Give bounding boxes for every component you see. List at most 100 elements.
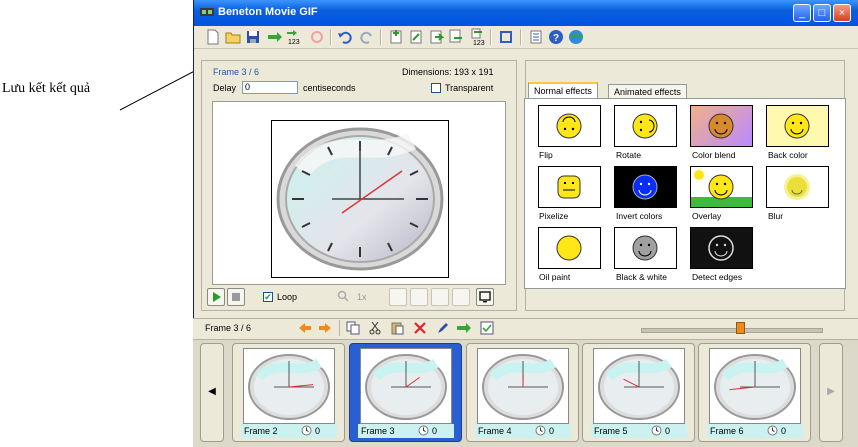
clock-icon bbox=[767, 425, 778, 436]
effect-overlay-label: Overlay bbox=[692, 211, 721, 221]
save-icon[interactable] bbox=[244, 28, 262, 46]
effect-back-color-label: Back color bbox=[768, 150, 808, 160]
smiley-invert-icon bbox=[615, 167, 676, 207]
zoom-icon[interactable] bbox=[337, 290, 349, 302]
stop-button[interactable] bbox=[227, 288, 245, 306]
undo-icon[interactable] bbox=[337, 28, 355, 46]
smiley-bw-icon bbox=[615, 228, 676, 268]
loop-checkbox[interactable]: ✔ bbox=[263, 292, 273, 302]
delete-icon[interactable] bbox=[413, 321, 427, 335]
help-icon[interactable]: ? bbox=[547, 28, 565, 46]
thumb-size-slider-track[interactable] bbox=[641, 328, 823, 333]
stop-icon bbox=[228, 289, 244, 305]
effect-oil-paint-button[interactable] bbox=[538, 227, 601, 269]
frame-thumbnail-label: Frame 30 bbox=[358, 424, 454, 438]
effect-rotate-button[interactable] bbox=[614, 105, 677, 147]
effect-rotate-label: Rotate bbox=[616, 150, 641, 160]
smiley-edges-icon bbox=[691, 228, 752, 268]
import-icon[interactable] bbox=[427, 28, 445, 46]
close-button[interactable]: × bbox=[833, 4, 851, 22]
effect-oil-paint-label: Oil paint bbox=[539, 272, 570, 282]
frame-name: Frame 6 bbox=[710, 426, 744, 436]
copy-icon[interactable] bbox=[346, 321, 360, 335]
frame-thumbnail-label: Frame 60 bbox=[707, 424, 803, 438]
effect-color-blend-label: Color blend bbox=[692, 150, 735, 160]
strip-next-button[interactable]: ▶ bbox=[819, 343, 843, 442]
effect-blur-button[interactable] bbox=[766, 166, 829, 208]
select-frame-icon[interactable] bbox=[480, 321, 494, 335]
frame-delay: 0 bbox=[665, 426, 670, 436]
monitor-icon bbox=[477, 289, 493, 305]
zoom-out-button[interactable] bbox=[410, 288, 428, 306]
redo-icon[interactable] bbox=[357, 28, 375, 46]
web-icon[interactable] bbox=[567, 28, 585, 46]
svg-text:?: ? bbox=[553, 33, 559, 44]
effect-back-color-button[interactable] bbox=[766, 105, 829, 147]
paste-icon[interactable] bbox=[390, 321, 404, 335]
effect-black-white-button[interactable] bbox=[614, 227, 677, 269]
framebar-info: Frame 3 / 6 bbox=[205, 323, 251, 333]
frame-thumbnail[interactable]: Frame 20 bbox=[232, 343, 345, 442]
frame-name: Frame 4 bbox=[478, 426, 512, 436]
maximize-button[interactable]: □ bbox=[813, 4, 831, 22]
next-frame-icon[interactable] bbox=[317, 321, 333, 335]
frame-thumbnail-label: Frame 50 bbox=[591, 424, 687, 438]
frame-thumbnail[interactable]: Frame 60 bbox=[698, 343, 811, 442]
clock-image bbox=[272, 121, 448, 277]
effect-detect-edges-label: Detect edges bbox=[692, 272, 742, 282]
clock-icon bbox=[301, 425, 312, 436]
effect-overlay-button[interactable] bbox=[690, 166, 753, 208]
open-folder-icon[interactable] bbox=[224, 28, 242, 46]
export-frame-icon[interactable] bbox=[456, 321, 472, 335]
insert-frame-icon[interactable] bbox=[387, 28, 405, 46]
smiley-blend-icon bbox=[691, 106, 752, 146]
effect-invert-colors-label: Invert colors bbox=[616, 211, 662, 221]
fullscreen-button[interactable] bbox=[476, 288, 494, 306]
effect-color-blend-button[interactable] bbox=[690, 105, 753, 147]
zoom-level: 1x bbox=[357, 292, 367, 302]
svg-text:123: 123 bbox=[473, 40, 485, 46]
thumb-size-slider-handle[interactable] bbox=[736, 322, 745, 334]
fit-button[interactable] bbox=[431, 288, 449, 306]
prev-frame-icon[interactable] bbox=[297, 321, 313, 335]
delay-label: Delay bbox=[213, 83, 236, 93]
export-icon[interactable] bbox=[266, 28, 284, 46]
film-icon bbox=[200, 6, 214, 18]
frame-delay: 0 bbox=[432, 426, 437, 436]
import-numbered-icon[interactable]: 123 bbox=[467, 28, 485, 46]
frame-thumbnail[interactable]: Frame 50 bbox=[582, 343, 695, 442]
frame-thumbnail-image bbox=[360, 348, 452, 424]
edit-frame-icon[interactable] bbox=[407, 28, 425, 46]
loop-disabled-icon[interactable] bbox=[308, 28, 326, 46]
play-button[interactable] bbox=[207, 288, 225, 306]
properties-icon[interactable] bbox=[527, 28, 545, 46]
tab-animated-effects[interactable]: Animated effects bbox=[608, 84, 687, 99]
edit-pencil-icon[interactable] bbox=[436, 321, 450, 335]
strip-prev-button[interactable]: ◀ bbox=[200, 343, 224, 442]
transparent-checkbox[interactable] bbox=[431, 83, 441, 93]
resize-icon[interactable] bbox=[497, 28, 515, 46]
frame-thumbnail[interactable]: Frame 40 bbox=[466, 343, 579, 442]
effects-grid: Flip Rotate Color blend Back color Pixel… bbox=[524, 98, 846, 289]
frame-info: Frame 3 / 6 bbox=[213, 67, 259, 77]
minimize-button[interactable]: _ bbox=[793, 4, 811, 22]
tab-normal-effects[interactable]: Normal effects bbox=[528, 82, 598, 99]
delay-input[interactable]: 0 bbox=[242, 81, 298, 94]
effect-pixelize-button[interactable] bbox=[538, 166, 601, 208]
smiley-rotate-icon bbox=[615, 106, 676, 146]
zoom-in-button[interactable] bbox=[389, 288, 407, 306]
cut-icon[interactable] bbox=[368, 321, 382, 335]
import-multi-icon[interactable] bbox=[447, 28, 465, 46]
export-numbered-icon[interactable]: 123 bbox=[286, 28, 304, 46]
effect-detect-edges-button[interactable] bbox=[690, 227, 753, 269]
effect-blur-label: Blur bbox=[768, 211, 783, 221]
new-file-icon[interactable] bbox=[204, 28, 222, 46]
loop-label: Loop bbox=[277, 292, 297, 302]
move-button[interactable] bbox=[452, 288, 470, 306]
frame-thumbnail[interactable]: Frame 30 bbox=[349, 343, 462, 442]
effect-flip-button[interactable] bbox=[538, 105, 601, 147]
effect-invert-colors-button[interactable] bbox=[614, 166, 677, 208]
smiley-blur-icon bbox=[767, 167, 828, 207]
frame-panel: Frame 3 / 6 Dimensions: 193 x 191 Delay … bbox=[201, 60, 517, 311]
frame-preview-area bbox=[212, 101, 506, 285]
